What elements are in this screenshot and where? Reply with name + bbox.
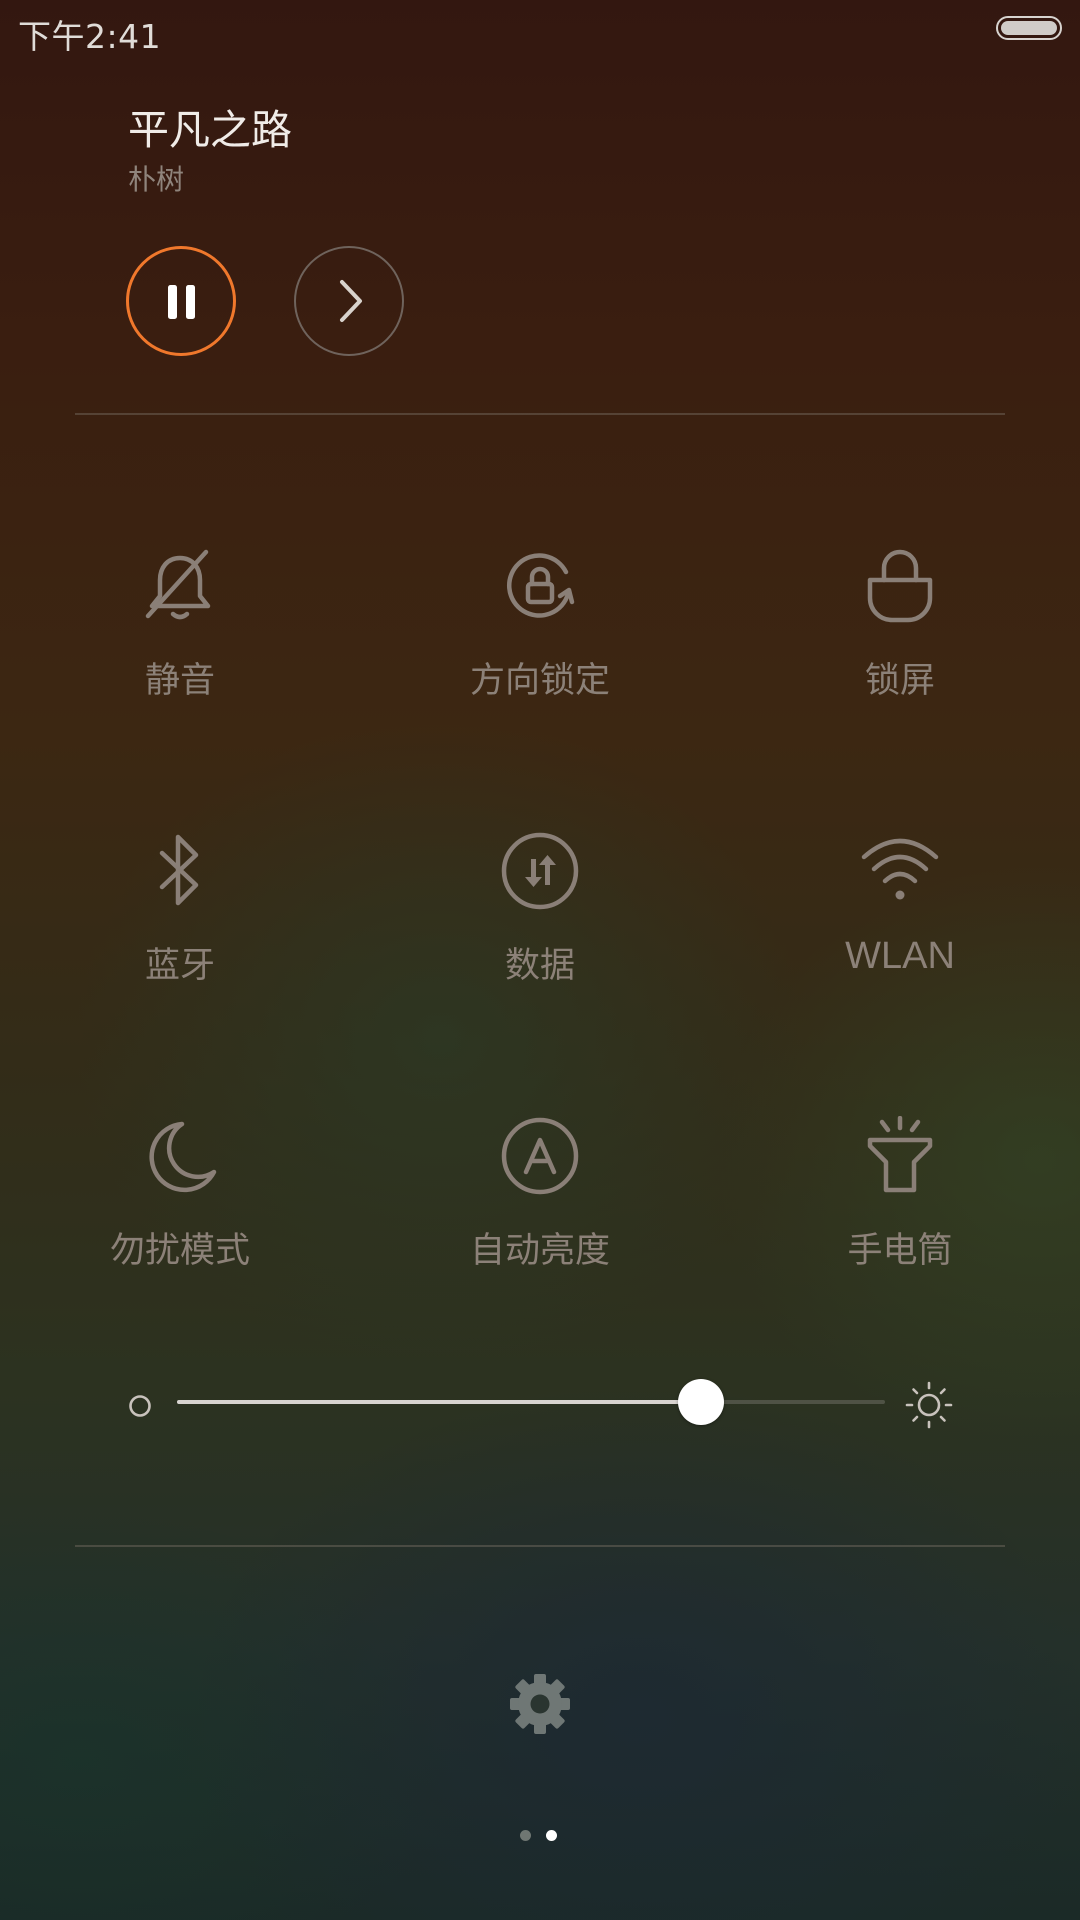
toggle-label: 自动亮度 — [469, 1231, 610, 1271]
toggle-label: 数据 — [504, 946, 575, 986]
status-time: 下午2:41 — [18, 17, 162, 56]
battery-icon — [996, 16, 1062, 40]
song-artist: 朴树 — [128, 163, 185, 196]
lock-icon — [867, 549, 933, 623]
toggle-auto-brightness[interactable]: 自动亮度 — [410, 1116, 670, 1326]
bluetooth-icon — [159, 834, 199, 906]
toggle-lock-screen[interactable]: 锁屏 — [770, 546, 1030, 756]
rotation-lock-icon — [506, 553, 575, 618]
divider-top — [75, 413, 1005, 415]
toggle-mobile-data[interactable]: 数据 — [410, 831, 670, 1041]
divider-bottom — [75, 1545, 1005, 1547]
flashlight-icon — [867, 1116, 933, 1193]
toggle-do-not-disturb[interactable]: 勿扰模式 — [50, 1116, 310, 1326]
toggle-label: 方向锁定 — [469, 661, 610, 701]
brightness-low-icon — [129, 1395, 151, 1417]
pause-icon — [168, 285, 195, 319]
toggle-rotation-lock[interactable]: 方向锁定 — [410, 546, 670, 756]
toggle-bluetooth[interactable]: 蓝牙 — [50, 831, 310, 1041]
gear-icon[interactable] — [508, 1672, 572, 1736]
toggle-label: 勿扰模式 — [109, 1231, 250, 1271]
toggle-mute[interactable]: 静音 — [50, 546, 310, 756]
brightness-slider-thumb[interactable] — [678, 1379, 724, 1425]
toggle-wlan[interactable]: WLAN — [770, 831, 1030, 1041]
pause-button[interactable] — [126, 246, 236, 356]
toggle-label: WLAN — [845, 935, 955, 977]
brightness-slider[interactable] — [177, 1379, 885, 1425]
page-dot — [546, 1830, 557, 1841]
toggle-label: 静音 — [144, 661, 215, 701]
brightness-high-icon — [905, 1381, 953, 1429]
page-indicator — [520, 1830, 560, 1842]
brightness-slider-fill — [177, 1400, 701, 1404]
toggle-label: 锁屏 — [864, 661, 935, 701]
chevron-right-icon — [340, 280, 362, 322]
auto-brightness-icon — [501, 1117, 579, 1195]
toggle-flashlight[interactable]: 手电筒 — [770, 1116, 1030, 1326]
song-title: 平凡之路 — [128, 106, 292, 154]
wifi-icon — [861, 838, 939, 900]
page-dot — [520, 1830, 531, 1841]
next-track-button[interactable] — [294, 246, 404, 356]
toggle-label: 手电筒 — [847, 1231, 953, 1271]
toggle-label: 蓝牙 — [144, 946, 215, 986]
bell-off-icon — [145, 549, 211, 620]
mobile-data-icon — [501, 832, 579, 910]
moon-icon — [149, 1121, 217, 1193]
